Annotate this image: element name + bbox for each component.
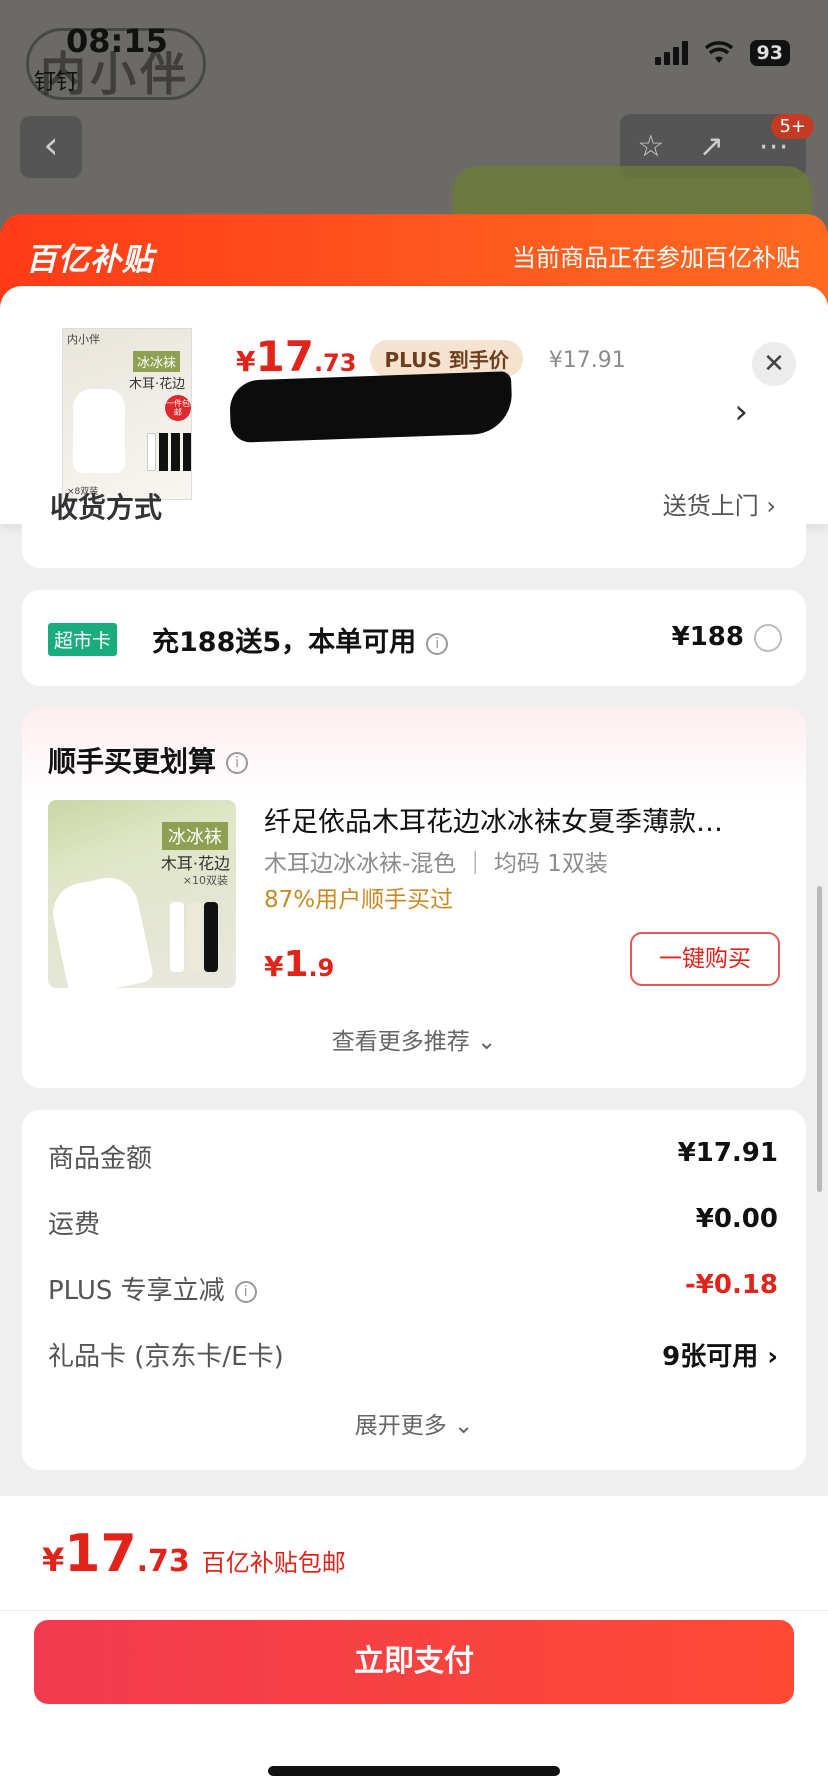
summary-label: 运费 (48, 1210, 101, 1240)
thumb-tag: 冰冰袜 (133, 351, 181, 372)
bottom-pay-bar: ¥ 17 .73 百亿补贴包邮 立即支付 (0, 1496, 828, 1792)
recommend-sock-row (170, 902, 218, 972)
back-button[interactable]: ‹ (20, 116, 82, 178)
supermarket-card[interactable]: 超市卡 充188送5，本单可用 i ¥188 (22, 590, 806, 686)
info-icon[interactable]: i (226, 752, 249, 774)
supermarket-offer-text: 充188送5，本单可用 (152, 627, 417, 658)
signal-icon (654, 41, 688, 65)
pay-now-button[interactable]: 立即支付 (34, 1620, 794, 1704)
scrollbar[interactable] (817, 886, 822, 1192)
thumb-sock-row (147, 433, 191, 471)
close-button[interactable]: ✕ (752, 342, 796, 386)
status-time: 08:15 (66, 22, 168, 60)
delivery-label: 收货方式 (50, 491, 163, 524)
recommend-title: 顺手买更划算 i (48, 740, 249, 780)
supermarket-radio[interactable] (754, 624, 782, 652)
thumb-sock-image (73, 389, 125, 473)
product-thumbnail[interactable]: 内小伴 冰冰袜 木耳·花边 一件包邮 ×8双装 (62, 328, 192, 500)
total-integer: 17 (64, 1524, 137, 1584)
original-price: ¥17.91 (548, 348, 626, 373)
summary-value: ¥17.91 (677, 1138, 778, 1168)
info-icon[interactable]: i (426, 632, 449, 655)
wifi-icon (704, 41, 733, 63)
info-icon[interactable]: i (234, 1280, 257, 1303)
recommend-price: ¥ 1 .9 (264, 944, 334, 985)
more-recommendations-link[interactable]: 查看更多推荐 ⌄ (22, 1022, 806, 1056)
one-click-buy-button[interactable]: 一键购买 (630, 932, 780, 986)
recommend-price-decimal: .9 (308, 954, 335, 982)
recommend-bought-rate: 87%用户顺手买过 (264, 887, 454, 913)
recommend-sock-image (48, 872, 155, 988)
thumb-brand: 内小伴 (67, 333, 100, 346)
summary-row-goods: 商品金额 ¥17.91 (48, 1138, 778, 1178)
summary-row-shipping: 运费 ¥0.00 (48, 1204, 778, 1244)
supermarket-price: ¥188 (671, 622, 744, 652)
summary-value: 9张可用 › (662, 1342, 778, 1372)
recommend-img-tag: 冰冰袜 (162, 822, 228, 850)
battery-icon: 93 (749, 40, 790, 66)
price-decimal: .73 (313, 349, 357, 377)
recommend-product-image[interactable]: 冰冰袜 木耳·花边 ×10双装 (48, 800, 236, 988)
recommend-price-integer: 1 (283, 944, 309, 985)
recommend-title-text: 顺手买更划算 (48, 745, 217, 778)
summary-label: 礼品卡 (京东卡/E卡) (48, 1342, 284, 1372)
summary-row-plus-discount: PLUS 专享立减 i -¥0.18 (48, 1270, 778, 1310)
price-integer: 17 (255, 332, 314, 381)
price-currency: ¥ (236, 345, 256, 378)
summary-label-text: PLUS 专享立减 (48, 1276, 225, 1306)
background-product-page: 内小伴 08:15 钉钉 93 ‹ ☆ ↗ ⋯ 5+ (0, 0, 828, 240)
recommend-img-pack: ×10双装 (182, 874, 228, 887)
recommend-img-subtitle: 木耳·花边 (160, 854, 230, 873)
delivery-card[interactable]: 收货方式 送货上门 › (22, 491, 806, 568)
total-note: 百亿补贴包邮 (201, 1549, 346, 1577)
chevron-right-icon[interactable]: › (734, 392, 748, 432)
divider (0, 1610, 828, 1611)
recommend-card: 顺手买更划算 i 冰冰袜 木耳·花边 ×10双装 纤足依品木耳花边冰冰袜女夏季薄款… (22, 708, 806, 1088)
recommend-product-name[interactable]: 纤足依品木耳花边冰冰袜女夏季薄款… (264, 800, 723, 839)
summary-value: -¥0.18 (684, 1270, 778, 1300)
star-icon[interactable]: ☆ (637, 129, 664, 164)
thumb-subtitle: 木耳·花边 (129, 377, 186, 392)
share-icon[interactable]: ↗ (699, 129, 724, 164)
total-currency: ¥ (42, 1541, 65, 1579)
home-indicator[interactable] (268, 1766, 560, 1776)
summary-label: 商品金额 (48, 1144, 153, 1174)
thumb-pill: 一件包邮 (165, 395, 191, 421)
delivery-value: 送货上门 › (662, 492, 776, 520)
supermarket-offer: 充188送5，本单可用 i (152, 620, 449, 659)
subsidy-info-text: 当前商品正在参加百亿补贴 (512, 244, 800, 272)
recommend-price-currency: ¥ (264, 950, 284, 983)
status-icons: 93 (654, 40, 790, 66)
supermarket-tag: 超市卡 (48, 623, 118, 656)
summary-value: ¥0.00 (695, 1204, 778, 1234)
redacted-product-name (229, 371, 513, 443)
total-price: ¥ 17 .73 百亿补贴包邮 (42, 1524, 346, 1584)
summary-label: PLUS 专享立减 i (48, 1270, 257, 1307)
expand-more-link[interactable]: 展开更多 ⌄ (22, 1406, 806, 1440)
notification-badge: 5+ (771, 114, 814, 139)
subsidy-logo: 百亿补贴 (26, 242, 154, 278)
summary-row-gift-card[interactable]: 礼品卡 (京东卡/E卡) 9张可用 › (48, 1336, 778, 1376)
recommend-product-spec[interactable]: 木耳边冰冰袜-混色 ｜ 均码 1双装 (264, 844, 608, 878)
total-decimal: .73 (136, 1544, 190, 1579)
status-app-label: 钉钉 (34, 70, 79, 95)
order-summary-card: 商品金额 ¥17.91 运费 ¥0.00 PLUS 专享立减 i -¥0.18 礼… (22, 1110, 806, 1470)
